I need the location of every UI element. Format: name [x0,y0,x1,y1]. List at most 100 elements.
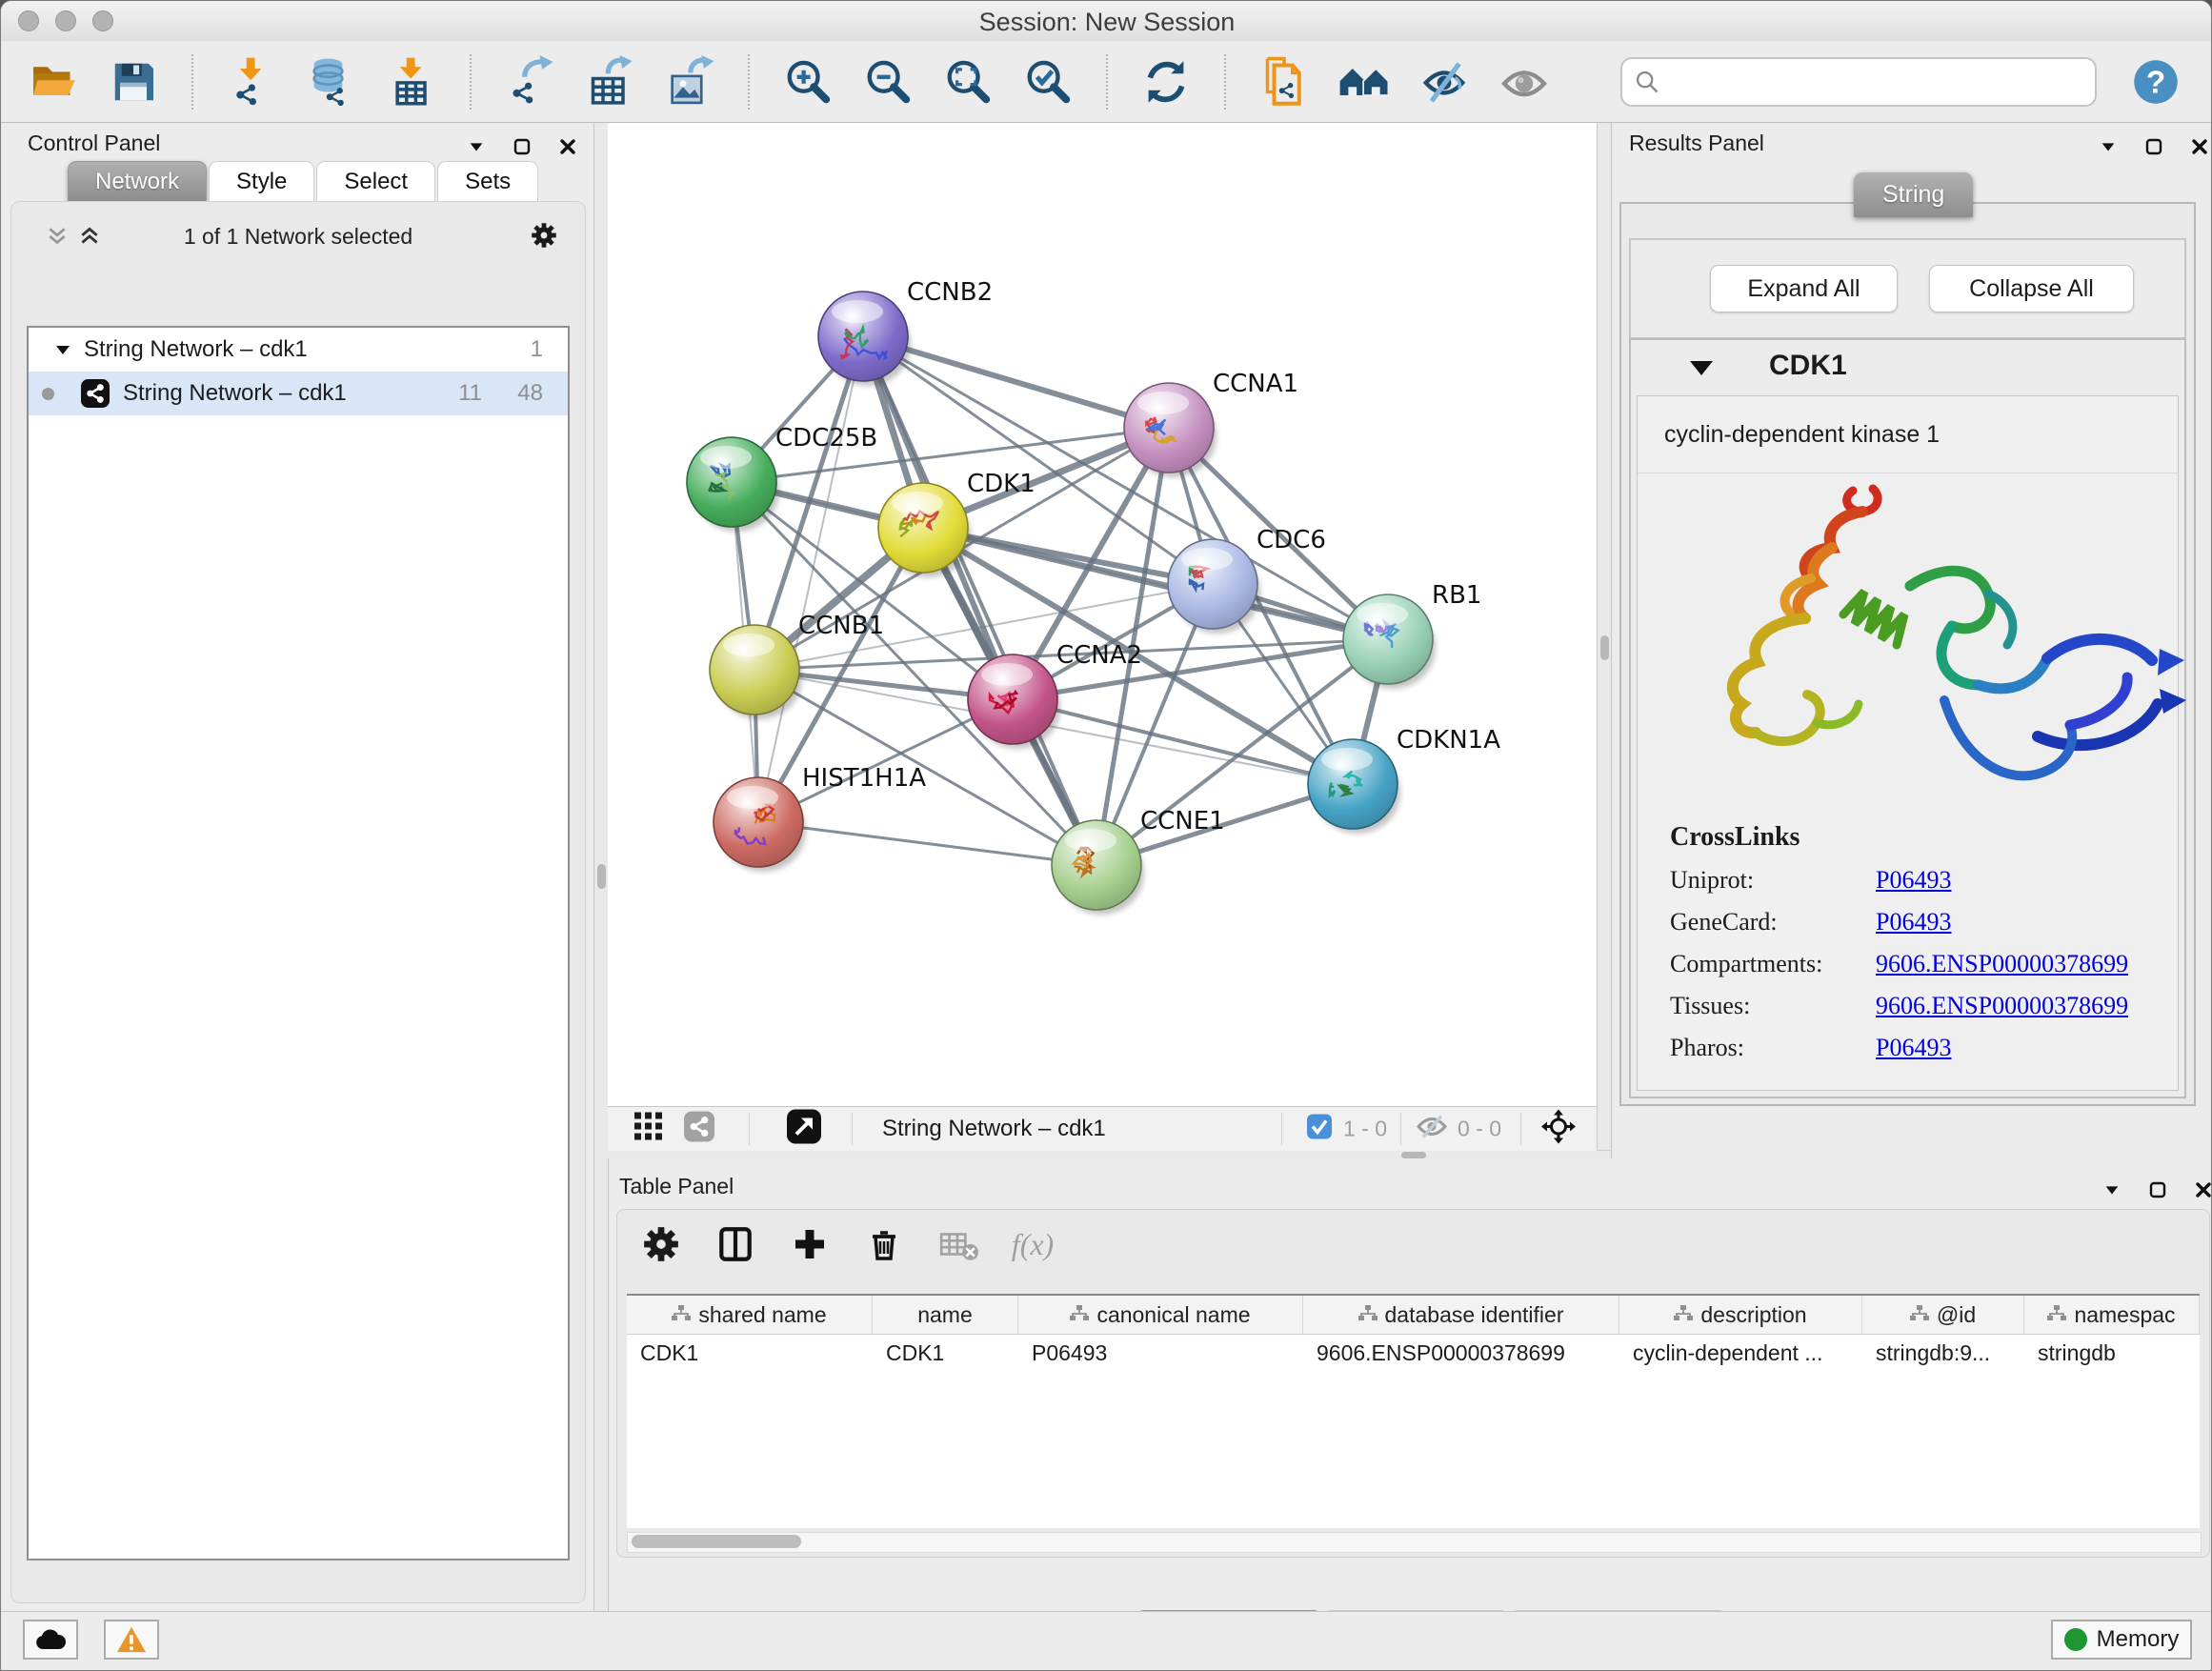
tab-sets[interactable]: Sets [437,161,538,202]
column-label: database identifier [1385,1302,1564,1328]
svg-text:?: ? [2146,65,2165,100]
node-label-CCNA1: CCNA1 [1213,370,1298,398]
results-panel-float-icon[interactable] [2096,134,2121,159]
column-header-namespac[interactable]: namespac [2024,1296,2200,1334]
zoom-in-button[interactable] [778,52,837,111]
search-input[interactable] [1668,68,2083,96]
cloud-button[interactable] [23,1620,78,1660]
table-panel-close-icon[interactable] [2191,1178,2212,1202]
crosslink-label: GeneCard: [1670,908,1876,936]
network-node-CDKN1A[interactable]: CDKN1A [1308,726,1500,834]
show-column-icon[interactable] [714,1223,756,1265]
open-in-window-icon[interactable] [787,1110,821,1149]
hidden-eye-slash-icon[interactable] [1416,1115,1448,1144]
right-splitter-handle[interactable] [1600,635,1609,660]
zoom-selected-button[interactable] [1018,52,1077,111]
column-hierarchy-icon [1910,1302,1929,1328]
tab-style[interactable]: Style [209,161,314,202]
save-session-button[interactable] [104,52,163,111]
column-header-database-identifier[interactable]: database identifier [1303,1296,1619,1334]
zoom-out-button[interactable] [858,52,917,111]
tab-network[interactable]: Network [68,161,207,202]
network-options-gear-icon[interactable] [530,221,558,254]
node-label-CDK1: CDK1 [967,470,1036,498]
tab-select[interactable]: Select [316,161,435,202]
import-network-file-button[interactable] [222,52,281,111]
crosslink-link[interactable]: P06493 [1876,908,1951,936]
clone-network-button[interactable] [1255,52,1314,111]
results-panel: Results Panel String Expand All Collapse… [1611,123,2212,1158]
column-header-name[interactable]: name [873,1296,1018,1334]
fit-content-crosshair-icon[interactable] [1541,1110,1576,1149]
network-node-CDC25B[interactable]: CDC25B [687,424,877,532]
application-window: Session: New Session ? Control Panel [0,0,2212,1671]
control-panel-float-icon[interactable] [464,134,489,159]
column-header-description[interactable]: description [1619,1296,1862,1334]
hide-selected-button[interactable] [1415,52,1474,111]
network-row-selected[interactable]: String Network – cdk1 11 48 [29,372,568,415]
export-table-button[interactable] [580,52,639,111]
zoom-fit-button[interactable] [938,52,997,111]
entry-collapse-arrow-icon[interactable] [1690,361,1713,375]
node-label-CDKN1A: CDKN1A [1397,726,1500,755]
warnings-button[interactable] [104,1620,159,1660]
column-header-canonical-name[interactable]: canonical name [1018,1296,1303,1334]
group-nodes-button[interactable] [1335,52,1394,111]
delete-table-icon [937,1223,979,1265]
memory-button[interactable]: Memory [2051,1620,2192,1660]
table-scrollbar-thumb[interactable] [632,1535,801,1548]
results-tab-string[interactable]: String [1854,172,1973,217]
collection-expand-arrow-icon[interactable] [53,340,72,359]
crosslink-link[interactable]: P06493 [1876,1034,1951,1062]
import-network-database-button[interactable] [302,52,361,111]
results-panel-close-icon[interactable] [2187,134,2212,159]
crosslink-link[interactable]: 9606.ENSP00000378699 [1876,992,2128,1020]
show-all-button[interactable] [1495,52,1554,111]
column-header-@id[interactable]: @id [1862,1296,2024,1334]
delete-column-trash-icon[interactable] [863,1223,905,1265]
left-splitter-handle[interactable] [597,864,606,889]
network-node-CDK1[interactable]: CDK1 [878,470,1036,577]
table-panel-float-icon[interactable] [2100,1178,2124,1202]
node-table: shared namenamecanonical name database id… [627,1294,2200,1528]
bottom-splitter-handle[interactable] [1401,1152,1426,1158]
string-results-container: Expand All Collapse All CDK1 cyclin-depe… [1619,202,2196,1106]
import-table-file-button[interactable] [382,52,441,111]
network-collection-row[interactable]: String Network – cdk1 1 [29,328,568,372]
refresh-button[interactable] [1136,52,1196,111]
network-view-toolbar: String Network – cdk1 1 - 0 0 - 0 [608,1106,1597,1151]
network-node-RB1[interactable]: RB1 [1343,581,1481,689]
control-panel-undock-icon[interactable] [510,134,534,159]
selected-checkbox-icon[interactable] [1307,1115,1332,1144]
network-tree: String Network – cdk1 1 String Network –… [27,326,570,1560]
collapse-all-button[interactable]: Collapse All [1929,265,2134,312]
results-panel-undock-icon[interactable] [2142,134,2166,159]
network-edge[interactable] [758,822,1096,865]
network-view-canvas[interactable]: CCNB2CCNA1CDC25BCDK1CDC6RB1CCNB1CCNA2CDK… [608,123,1597,1106]
node-label-CDC6: CDC6 [1257,526,1326,554]
network-type-icon[interactable] [684,1112,714,1147]
birdseye-view-icon[interactable] [634,1113,663,1146]
crosslink-row: Uniprot:P06493 [1670,866,2178,895]
create-column-plus-icon[interactable] [789,1223,831,1265]
export-network-button[interactable] [500,52,559,111]
table-panel-undock-icon[interactable] [2145,1178,2170,1202]
help-button[interactable]: ? [2129,55,2182,109]
crosslink-link[interactable]: 9606.ENSP00000378699 [1876,950,2128,978]
network-edge[interactable] [758,336,863,822]
network-node-HIST1H1A[interactable]: HIST1H1A [714,764,926,872]
table-horizontal-scrollbar[interactable] [627,1532,2202,1553]
crosslink-row: GeneCard:P06493 [1670,908,2178,936]
table-row[interactable]: CDK1CDK1P064939606.ENSP00000378699cyclin… [627,1335,2200,1371]
column-header-shared-name[interactable]: shared name [627,1296,873,1334]
open-session-button[interactable] [24,52,83,111]
crosslink-link[interactable]: P06493 [1876,866,1951,895]
network-node-CCNA1[interactable]: CCNA1 [1124,370,1298,477]
expand-all-button[interactable]: Expand All [1710,265,1898,312]
crosslink-row: Tissues:9606.ENSP00000378699 [1670,992,2178,1020]
table-options-gear-icon[interactable] [640,1223,682,1265]
control-panel-close-icon[interactable] [555,134,580,159]
entry-description: cyclin-dependent kinase 1 [1638,396,2178,473]
export-image-button[interactable] [660,52,719,111]
crosslink-label: Compartments: [1670,950,1876,978]
